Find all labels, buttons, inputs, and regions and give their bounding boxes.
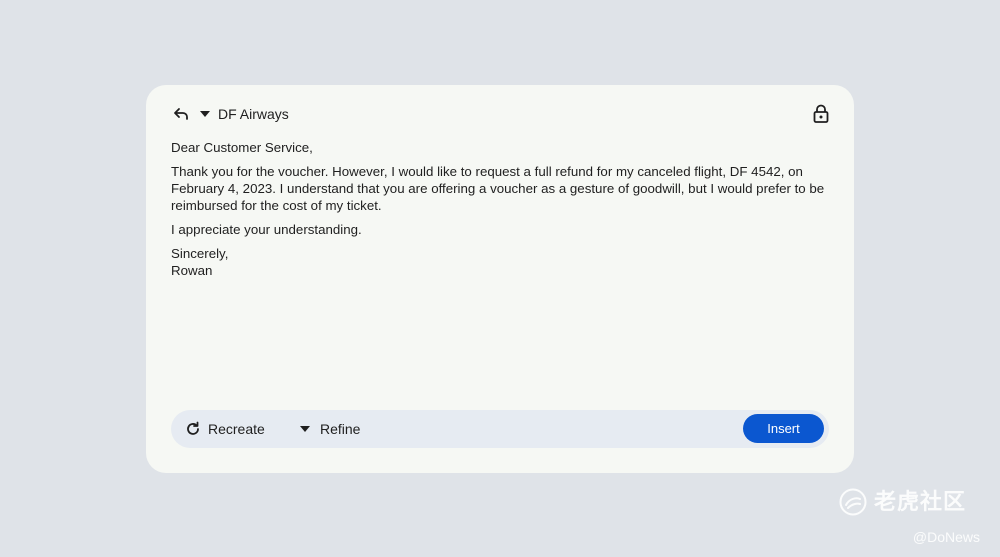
refresh-icon — [185, 421, 201, 437]
signature: Rowan — [171, 263, 213, 278]
lock-icon — [812, 103, 830, 123]
dropdown-arrow-icon[interactable] — [198, 107, 212, 121]
watermark-handle: @DoNews — [912, 529, 980, 545]
greeting: Dear Customer Service, — [171, 140, 313, 155]
draft-message: Dear Customer Service, Thank you for the… — [171, 139, 831, 286]
refine-label: Refine — [320, 421, 361, 437]
recipient-name[interactable]: DF Airways — [218, 106, 289, 122]
watermark: 老虎社区 @DoNews — [830, 487, 980, 547]
refine-button[interactable]: Refine — [297, 410, 360, 448]
tiger-community-logo-icon — [838, 487, 868, 517]
message-paragraph: Thank you for the voucher. However, I wo… — [171, 164, 825, 213]
recreate-label: Recreate — [208, 421, 265, 437]
recreate-button[interactable]: Recreate — [185, 410, 265, 448]
closing: Sincerely, — [171, 246, 229, 261]
reply-icon[interactable] — [172, 105, 190, 123]
watermark-brand: 老虎社区 — [874, 489, 967, 514]
message-paragraph: I appreciate your understanding. — [171, 222, 362, 237]
caret-down-icon — [297, 421, 313, 437]
insert-button[interactable]: Insert — [743, 414, 824, 443]
action-bar: Recreate Refine Insert — [171, 410, 829, 448]
help-me-write-panel: DF Airways Dear Customer Service, Thank … — [146, 85, 854, 473]
recipient-bar: DF Airways — [172, 103, 289, 125]
